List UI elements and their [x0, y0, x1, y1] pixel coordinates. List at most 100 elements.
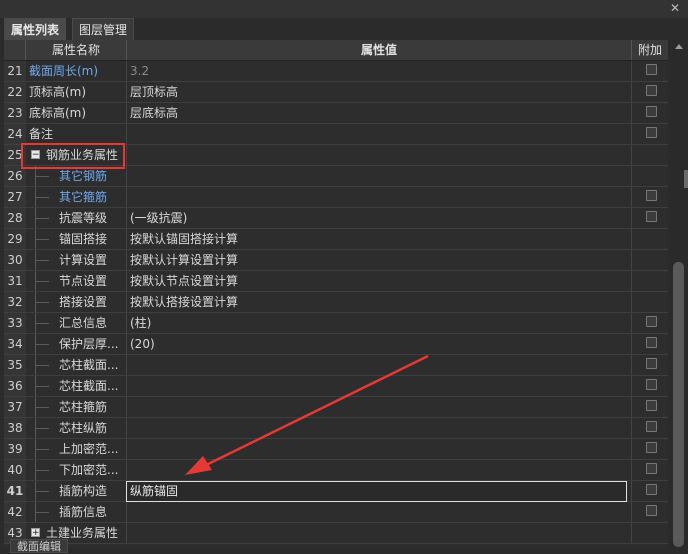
add-checkbox[interactable]	[646, 505, 657, 516]
add-checkbox[interactable]	[646, 442, 657, 453]
property-name-cell[interactable]: 芯柱箍筋	[26, 397, 127, 417]
table-row[interactable]: 43 + 土建业务属性	[4, 523, 668, 544]
vertical-scrollbar[interactable]	[670, 40, 688, 549]
property-name: 芯柱箍筋	[59, 400, 108, 414]
table-row[interactable]: 27 其它箍筋	[4, 187, 668, 208]
add-checkbox[interactable]	[646, 190, 657, 201]
property-name-cell[interactable]: 上加密范...	[26, 439, 127, 459]
tab-layer-management[interactable]: 图层管理	[72, 18, 135, 40]
property-name-cell[interactable]: 芯柱截面...	[26, 355, 127, 375]
table-row[interactable]: 28 抗震等级 (一级抗震)	[4, 208, 668, 229]
property-value-cell[interactable]: 层顶标高	[127, 82, 632, 102]
add-checkbox[interactable]	[646, 64, 657, 75]
add-checkbox[interactable]	[646, 211, 657, 222]
add-checkbox[interactable]	[646, 316, 657, 327]
expand-icon[interactable]: +	[31, 528, 40, 538]
tab-property-list[interactable]: 属性列表	[4, 18, 67, 40]
property-name: 备注	[29, 127, 54, 141]
property-value-cell[interactable]	[127, 166, 632, 186]
property-value-cell[interactable]	[127, 502, 632, 522]
property-value-cell[interactable]: 按默认节点设置计算	[127, 271, 632, 291]
property-name-cell[interactable]: 汇总信息	[26, 313, 127, 333]
property-value-cell[interactable]	[127, 376, 632, 396]
property-value-cell[interactable]	[127, 460, 632, 480]
add-checkbox[interactable]	[646, 463, 657, 474]
property-value-cell[interactable]	[127, 397, 632, 417]
row-number: 40	[4, 460, 26, 480]
add-checkbox[interactable]	[646, 85, 657, 96]
table-row[interactable]: 38 芯柱纵筋	[4, 418, 668, 439]
table-row[interactable]: 29 锚固搭接 按默认锚固搭接计算	[4, 229, 668, 250]
property-value-cell[interactable]	[127, 523, 632, 543]
add-checkbox[interactable]	[646, 484, 657, 495]
property-name-cell[interactable]: 顶标高(m)	[26, 82, 127, 102]
add-checkbox[interactable]	[646, 127, 657, 138]
table-row[interactable]: 22 顶标高(m) 层顶标高	[4, 82, 668, 103]
close-icon[interactable]: ✕	[668, 1, 682, 15]
property-value-cell[interactable]: 按默认搭接设置计算	[127, 292, 632, 312]
tab-section-edit[interactable]: 截面编辑	[10, 539, 68, 553]
property-name-cell[interactable]: 芯柱截面...	[26, 376, 127, 396]
property-value-cell[interactable]: (一级抗震)	[127, 208, 632, 228]
property-value-cell[interactable]	[127, 355, 632, 375]
add-checkbox[interactable]	[646, 358, 657, 369]
table-row[interactable]: 34 保护层厚... (20)	[4, 334, 668, 355]
table-row[interactable]: 36 芯柱截面...	[4, 376, 668, 397]
property-value-cell[interactable]: (柱)	[127, 313, 632, 333]
property-name-cell[interactable]: 其它箍筋	[26, 187, 127, 207]
property-value-cell[interactable]	[127, 187, 632, 207]
tree-line-horizontal	[35, 449, 49, 450]
add-checkbox[interactable]	[646, 400, 657, 411]
add-checkbox[interactable]	[646, 106, 657, 117]
table-row[interactable]: 31 节点设置 按默认节点设置计算	[4, 271, 668, 292]
property-name-cell[interactable]: 抗震等级	[26, 208, 127, 228]
property-name-cell[interactable]: 搭接设置	[26, 292, 127, 312]
table-row[interactable]: 35 芯柱截面...	[4, 355, 668, 376]
property-value-cell[interactable]	[127, 145, 632, 165]
property-value-cell[interactable]: (20)	[127, 334, 632, 354]
property-name-cell[interactable]: 底标高(m)	[26, 103, 127, 123]
property-value-cell[interactable]: 3.2	[127, 61, 632, 81]
table-row[interactable]: 37 芯柱箍筋	[4, 397, 668, 418]
property-name-cell[interactable]: 插筋信息	[26, 502, 127, 522]
table-row[interactable]: 24 备注	[4, 124, 668, 145]
value-edit-input[interactable]: 纵筋锚固	[126, 481, 627, 502]
add-checkbox[interactable]	[646, 379, 657, 390]
property-value-cell[interactable]	[127, 124, 632, 144]
property-value-cell[interactable]: 层底标高	[127, 103, 632, 123]
property-name-cell[interactable]: 插筋构造	[26, 481, 127, 501]
property-name-cell[interactable]: 备注	[26, 124, 127, 144]
panel-resize-handle[interactable]	[684, 170, 688, 188]
row-number: 22	[4, 82, 26, 102]
table-row[interactable]: 42 插筋信息	[4, 502, 668, 523]
property-value-cell[interactable]: 按默认锚固搭接计算	[127, 229, 632, 249]
add-checkbox[interactable]	[646, 421, 657, 432]
property-value-cell[interactable]	[127, 439, 632, 459]
property-name: 顶标高(m)	[29, 85, 87, 99]
table-row[interactable]: 32 搭接设置 按默认搭接设置计算	[4, 292, 668, 313]
table-row[interactable]: 21 截面周长(m) 3.2	[4, 61, 668, 82]
table-row[interactable]: 23 底标高(m) 层底标高	[4, 103, 668, 124]
tree-line-horizontal	[35, 365, 49, 366]
table-row[interactable]: 30 计算设置 按默认计算设置计算	[4, 250, 668, 271]
row-number: 24	[4, 124, 26, 144]
property-name-cell[interactable]: 计算设置	[26, 250, 127, 270]
property-name-cell[interactable]: 其它钢筋	[26, 166, 127, 186]
table-row[interactable]: 26 其它钢筋	[4, 166, 668, 187]
property-name-cell[interactable]: 截面周长(m)	[26, 61, 127, 81]
header-property-name: 属性名称	[26, 40, 127, 60]
property-name-cell[interactable]: 下加密范...	[26, 460, 127, 480]
property-name-cell[interactable]: 锚固搭接	[26, 229, 127, 249]
property-value-cell[interactable]	[127, 418, 632, 438]
property-value-cell[interactable]: 按默认计算设置计算	[127, 250, 632, 270]
property-name-cell[interactable]: 节点设置	[26, 271, 127, 291]
property-name-cell[interactable]: 芯柱纵筋	[26, 418, 127, 438]
scroll-up-icon[interactable]	[675, 44, 683, 49]
table-row[interactable]: 33 汇总信息 (柱)	[4, 313, 668, 334]
property-name: 上加密范...	[59, 442, 119, 456]
scroll-thumb[interactable]	[673, 262, 684, 547]
add-checkbox[interactable]	[646, 337, 657, 348]
property-name-cell[interactable]: 保护层厚...	[26, 334, 127, 354]
table-row[interactable]: 40 下加密范...	[4, 460, 668, 481]
table-row[interactable]: 39 上加密范...	[4, 439, 668, 460]
